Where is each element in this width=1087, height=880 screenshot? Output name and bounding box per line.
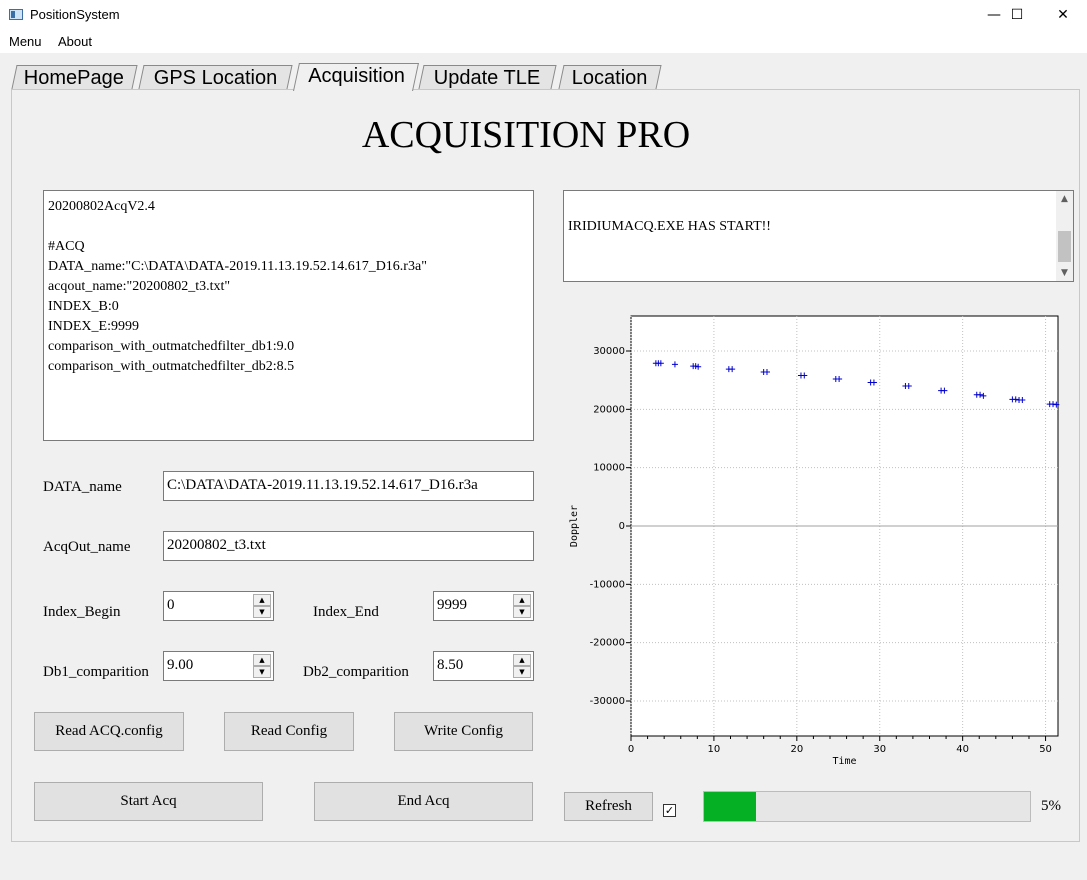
menu-bar (0, 31, 1087, 53)
db2-spinbox[interactable]: 8.50 ▲ ▼ (433, 651, 534, 681)
doppler-chart: 0 10 20 30 40 50 -30000 -20000 -10000 0 10000 20000… (569, 315, 1060, 767)
tab-homepage[interactable]: HomePage (11, 65, 138, 89)
y-tick-label: 20000 (593, 404, 625, 415)
write-config-button[interactable]: Write Config (394, 712, 533, 751)
log-message: IRIDIUMACQ.EXE HAS START!! (568, 219, 771, 234)
checkbox[interactable]: ✓ (663, 804, 676, 817)
index-end-label: Index_End (313, 604, 379, 620)
index-end-spinbox[interactable]: 9999 ▲ ▼ (433, 591, 534, 621)
spin-down-icon[interactable]: ▼ (253, 606, 271, 618)
tab-update-tle[interactable]: Update TLE (418, 65, 557, 89)
x-tick-label: 10 (708, 744, 721, 755)
index-end-value: 9999 (437, 597, 467, 613)
x-tick-label: 0 (628, 744, 634, 755)
db1-label: Db1_comparition (43, 664, 149, 680)
scroll-down-arrow-icon[interactable]: ▼ (1056, 265, 1073, 281)
tab-label: HomePage (24, 67, 125, 89)
db2-label: Db2_comparition (303, 664, 409, 680)
menu-item-menu[interactable]: Menu (9, 34, 42, 49)
scroll-thumb[interactable] (1058, 231, 1071, 262)
tab-label: GPS Location (153, 67, 277, 89)
window-title: PositionSystem (30, 7, 120, 22)
tab-label: Acquisition (307, 65, 405, 87)
x-axis-label: Time (832, 756, 856, 767)
app-window-icon (9, 9, 23, 20)
maximize-button[interactable]: ☐ (994, 0, 1040, 31)
db2-value: 8.50 (437, 657, 464, 673)
progress-bar (703, 791, 1031, 822)
db1-spinbox[interactable]: 9.00 ▲ ▼ (163, 651, 274, 681)
spin-up-icon[interactable]: ▲ (253, 654, 271, 666)
log-scrollbar[interactable]: ▲ ▼ (1056, 191, 1073, 281)
spin-up-icon[interactable]: ▲ (513, 594, 531, 606)
tab-label: Update TLE (434, 67, 541, 89)
index-begin-spinbox[interactable]: 0 ▲ ▼ (163, 591, 274, 621)
config-text-area[interactable]: 20200802AcqV2.4 #ACQ DATA_name:"C:\DATA\… (43, 190, 534, 441)
x-tick-label: 40 (956, 744, 969, 755)
y-tick-label: -10000 (590, 579, 625, 590)
y-tick-label: 10000 (593, 463, 625, 474)
spin-down-icon[interactable]: ▼ (513, 606, 531, 618)
y-tick-label: 30000 (593, 346, 625, 357)
spin-down-icon[interactable]: ▼ (253, 666, 271, 678)
x-tick-label: 30 (873, 744, 886, 755)
x-tick-label: 20 (790, 744, 803, 755)
tab-acquisition[interactable]: Acquisition (293, 63, 419, 91)
spin-down-icon[interactable]: ▼ (513, 666, 531, 678)
progress-fill (704, 792, 757, 821)
data-name-label: DATA_name (43, 479, 122, 495)
index-begin-label: Index_Begin (43, 604, 121, 620)
page-title: ACQUISITION PRO (361, 114, 691, 156)
y-tick-label: 0 (619, 521, 625, 532)
start-acq-button[interactable]: Start Acq (34, 782, 263, 821)
tab-location[interactable]: Location (558, 65, 662, 89)
db1-value: 9.00 (167, 657, 194, 673)
y-tick-label: -30000 (590, 696, 625, 707)
data-name-input[interactable]: C:\DATA\DATA-2019.11.13.19.52.14.617_D16… (163, 471, 534, 501)
acqout-name-label: AcqOut_name (43, 539, 131, 555)
tab-label: Location (571, 67, 648, 89)
scroll-up-arrow-icon[interactable]: ▲ (1056, 191, 1073, 207)
spin-up-icon[interactable]: ▲ (513, 654, 531, 666)
tab-gps-location[interactable]: GPS Location (138, 65, 293, 89)
y-tick-label: -20000 (590, 638, 625, 649)
acqout-name-input[interactable]: 20200802_t3.txt (163, 531, 534, 561)
end-acq-button[interactable]: End Acq (314, 782, 533, 821)
read-acq-config-button[interactable]: Read ACQ.config (34, 712, 184, 751)
close-button[interactable]: ✕ (1040, 0, 1086, 31)
menu-item-about[interactable]: About (58, 34, 92, 49)
index-begin-value: 0 (167, 597, 175, 613)
progress-percent-text: 5% (1041, 798, 1061, 814)
y-axis-label: Doppler (569, 505, 580, 547)
refresh-button[interactable]: Refresh (564, 792, 653, 821)
log-text-area[interactable]: IRIDIUMACQ.EXE HAS START!! ▲ ▼ (563, 190, 1074, 282)
spin-up-icon[interactable]: ▲ (253, 594, 271, 606)
x-tick-label: 50 (1039, 744, 1052, 755)
title-bar (0, 0, 1087, 31)
read-config-button[interactable]: Read Config (224, 712, 354, 751)
